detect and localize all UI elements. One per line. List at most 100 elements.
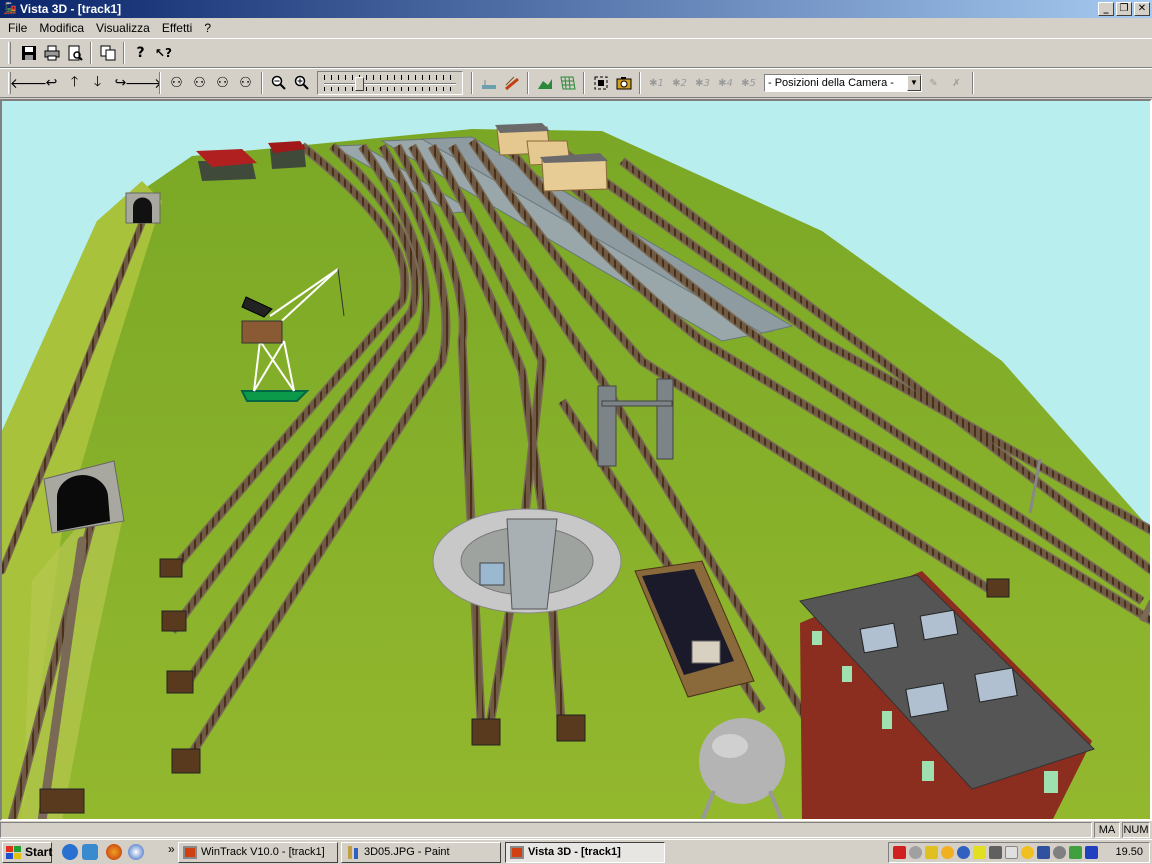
menu-file[interactable]: File — [2, 19, 33, 37]
toolbar-separator — [90, 42, 92, 64]
standard-toolbar: ? ↖? — [0, 38, 1152, 68]
task-wintrack[interactable]: WinTrack V10.0 - [track1] — [178, 842, 338, 863]
walk-back-icon[interactable]: ⚇ — [234, 72, 257, 94]
slider-ticks — [324, 87, 456, 91]
start-label: Start — [25, 845, 53, 859]
real-player-icon[interactable] — [128, 844, 144, 860]
walk-left-icon[interactable]: ⚇ — [188, 72, 211, 94]
turntable — [432, 508, 622, 614]
caps-indicator: MA — [1094, 822, 1120, 838]
camera-slot-5-button[interactable]: ✱ 5 — [737, 72, 760, 94]
toolbar-separator — [583, 72, 585, 94]
context-help-icon[interactable]: ↖? — [152, 42, 175, 64]
status-message — [0, 822, 1092, 838]
tray-icon-2[interactable] — [909, 846, 922, 859]
tray-icon-1[interactable] — [893, 846, 906, 859]
toolbar-separator — [261, 72, 263, 94]
globe-icon[interactable] — [957, 846, 970, 859]
tray-icon-4[interactable] — [941, 846, 954, 859]
camera-slot-2-button[interactable]: ✱ 2 — [668, 72, 691, 94]
3d-viewport[interactable] — [0, 99, 1152, 821]
tray-icon-9[interactable] — [1021, 846, 1034, 859]
walk-right-icon[interactable]: ⚇ — [211, 72, 234, 94]
menu-effetti[interactable]: Effetti — [156, 19, 198, 37]
slider-ticks — [324, 75, 456, 80]
camera-slot-4-button[interactable]: ✱ 4 — [714, 72, 737, 94]
task-vista3d[interactable]: Vista 3D - [track1] — [505, 842, 665, 863]
toolbar-separator — [123, 42, 125, 64]
copy-icon[interactable] — [96, 42, 119, 64]
toolbar-separator — [639, 72, 641, 94]
3d-scene — [2, 123, 1150, 819]
internet-explorer-icon[interactable] — [62, 844, 78, 860]
zoom-slider[interactable] — [317, 71, 463, 95]
camera-slot-3-button[interactable]: ✱ 3 — [691, 72, 714, 94]
view-toolbar: 🡐 ↩ 🡑 🡓 ↪ 🡒 ⚇ ⚇ ⚇ ⚇ ✱1 ✱2 ✱3 ✱4 ✱5 — [0, 68, 1152, 98]
title-bar: 🚂 Vista 3D - [track1] _ ❐ ✕ — [0, 0, 1152, 18]
windows-logo-icon — [6, 846, 21, 859]
start-button[interactable]: Start — [2, 842, 52, 863]
camera-positions-select[interactable]: - Posizioni della Camera - ▼ — [764, 74, 922, 92]
save-icon[interactable] — [17, 42, 40, 64]
camera-select-value: - Posizioni della Camera - — [768, 77, 894, 89]
minimize-button[interactable]: _ — [1098, 2, 1114, 16]
track-tool-icon[interactable] — [500, 72, 523, 94]
tray-icon-11[interactable] — [1053, 846, 1066, 859]
menu-modifica[interactable]: Modifica — [33, 19, 90, 37]
zoom-out-icon[interactable] — [267, 72, 290, 94]
tray-icon-8[interactable] — [1005, 846, 1018, 859]
fit-view-icon[interactable] — [589, 72, 612, 94]
close-button[interactable]: ✕ — [1134, 2, 1150, 16]
tray-icon-13[interactable] — [1085, 846, 1098, 859]
system-tray: 19.50 — [888, 842, 1150, 863]
arrow-up-icon[interactable]: 🡑 — [63, 72, 86, 94]
tray-icon-12[interactable] — [1069, 846, 1082, 859]
menu-visualizza[interactable]: Visualizza — [90, 19, 156, 37]
vista3d-icon — [510, 846, 524, 859]
arrow-right-icon[interactable]: 🡒 — [125, 72, 163, 94]
print-preview-icon[interactable] — [63, 42, 86, 64]
arrow-left-icon[interactable]: 🡐 — [10, 72, 48, 94]
status-bar: MA NUM — [0, 821, 1152, 839]
media-player-icon[interactable] — [106, 844, 122, 860]
terrain-icon[interactable] — [477, 72, 500, 94]
rotate-left-icon[interactable]: ↩ — [40, 72, 63, 94]
wintrack-icon — [183, 846, 197, 859]
slider-thumb[interactable] — [355, 77, 365, 91]
toolbar-separator — [159, 72, 161, 94]
walk-forward-icon[interactable]: ⚇ — [165, 72, 188, 94]
chevron-down-icon[interactable]: ▼ — [907, 75, 921, 91]
outlook-express-icon[interactable] — [82, 844, 98, 860]
window-controls: _ ❐ ✕ — [1098, 2, 1150, 16]
tray-icon-6[interactable] — [973, 846, 986, 859]
toolbar-separator — [527, 72, 529, 94]
clock: 19.50 — [1115, 846, 1143, 858]
maximize-button[interactable]: ❐ — [1116, 2, 1132, 16]
network-icon[interactable] — [1037, 846, 1050, 859]
window-title: Vista 3D - [track1] — [20, 2, 122, 16]
shield-icon[interactable] — [925, 846, 938, 859]
task-paint[interactable]: 3D05.JPG - Paint — [341, 842, 501, 863]
camera-icon[interactable] — [612, 72, 635, 94]
zoom-in-icon[interactable] — [290, 72, 313, 94]
help-icon[interactable]: ? — [129, 42, 152, 64]
delete-camera-icon[interactable]: ✗ — [945, 72, 968, 94]
landscape-icon[interactable] — [533, 72, 556, 94]
edit-camera-icon[interactable]: ✎ — [922, 72, 945, 94]
volume-icon[interactable] — [989, 846, 1002, 859]
arrow-down-icon[interactable]: 🡓 — [86, 72, 109, 94]
quicklaunch-chevron[interactable]: » — [168, 842, 175, 856]
app-icon[interactable]: 🚂 — [2, 2, 18, 16]
paint-icon — [348, 846, 358, 859]
num-indicator: NUM — [1122, 822, 1150, 838]
grid-icon[interactable] — [556, 72, 579, 94]
tunnel-portal-upper — [125, 192, 161, 224]
toolbar-grip[interactable] — [8, 42, 11, 64]
print-icon[interactable] — [40, 42, 63, 64]
camera-slot-1-button[interactable]: ✱ 1 — [645, 72, 668, 94]
menu-bar: File Modifica Visualizza Effetti ? — [0, 18, 1152, 38]
slider-track — [324, 83, 456, 85]
toolbar-separator — [972, 72, 974, 94]
toolbar-separator — [471, 72, 473, 94]
menu-help[interactable]: ? — [198, 19, 217, 37]
